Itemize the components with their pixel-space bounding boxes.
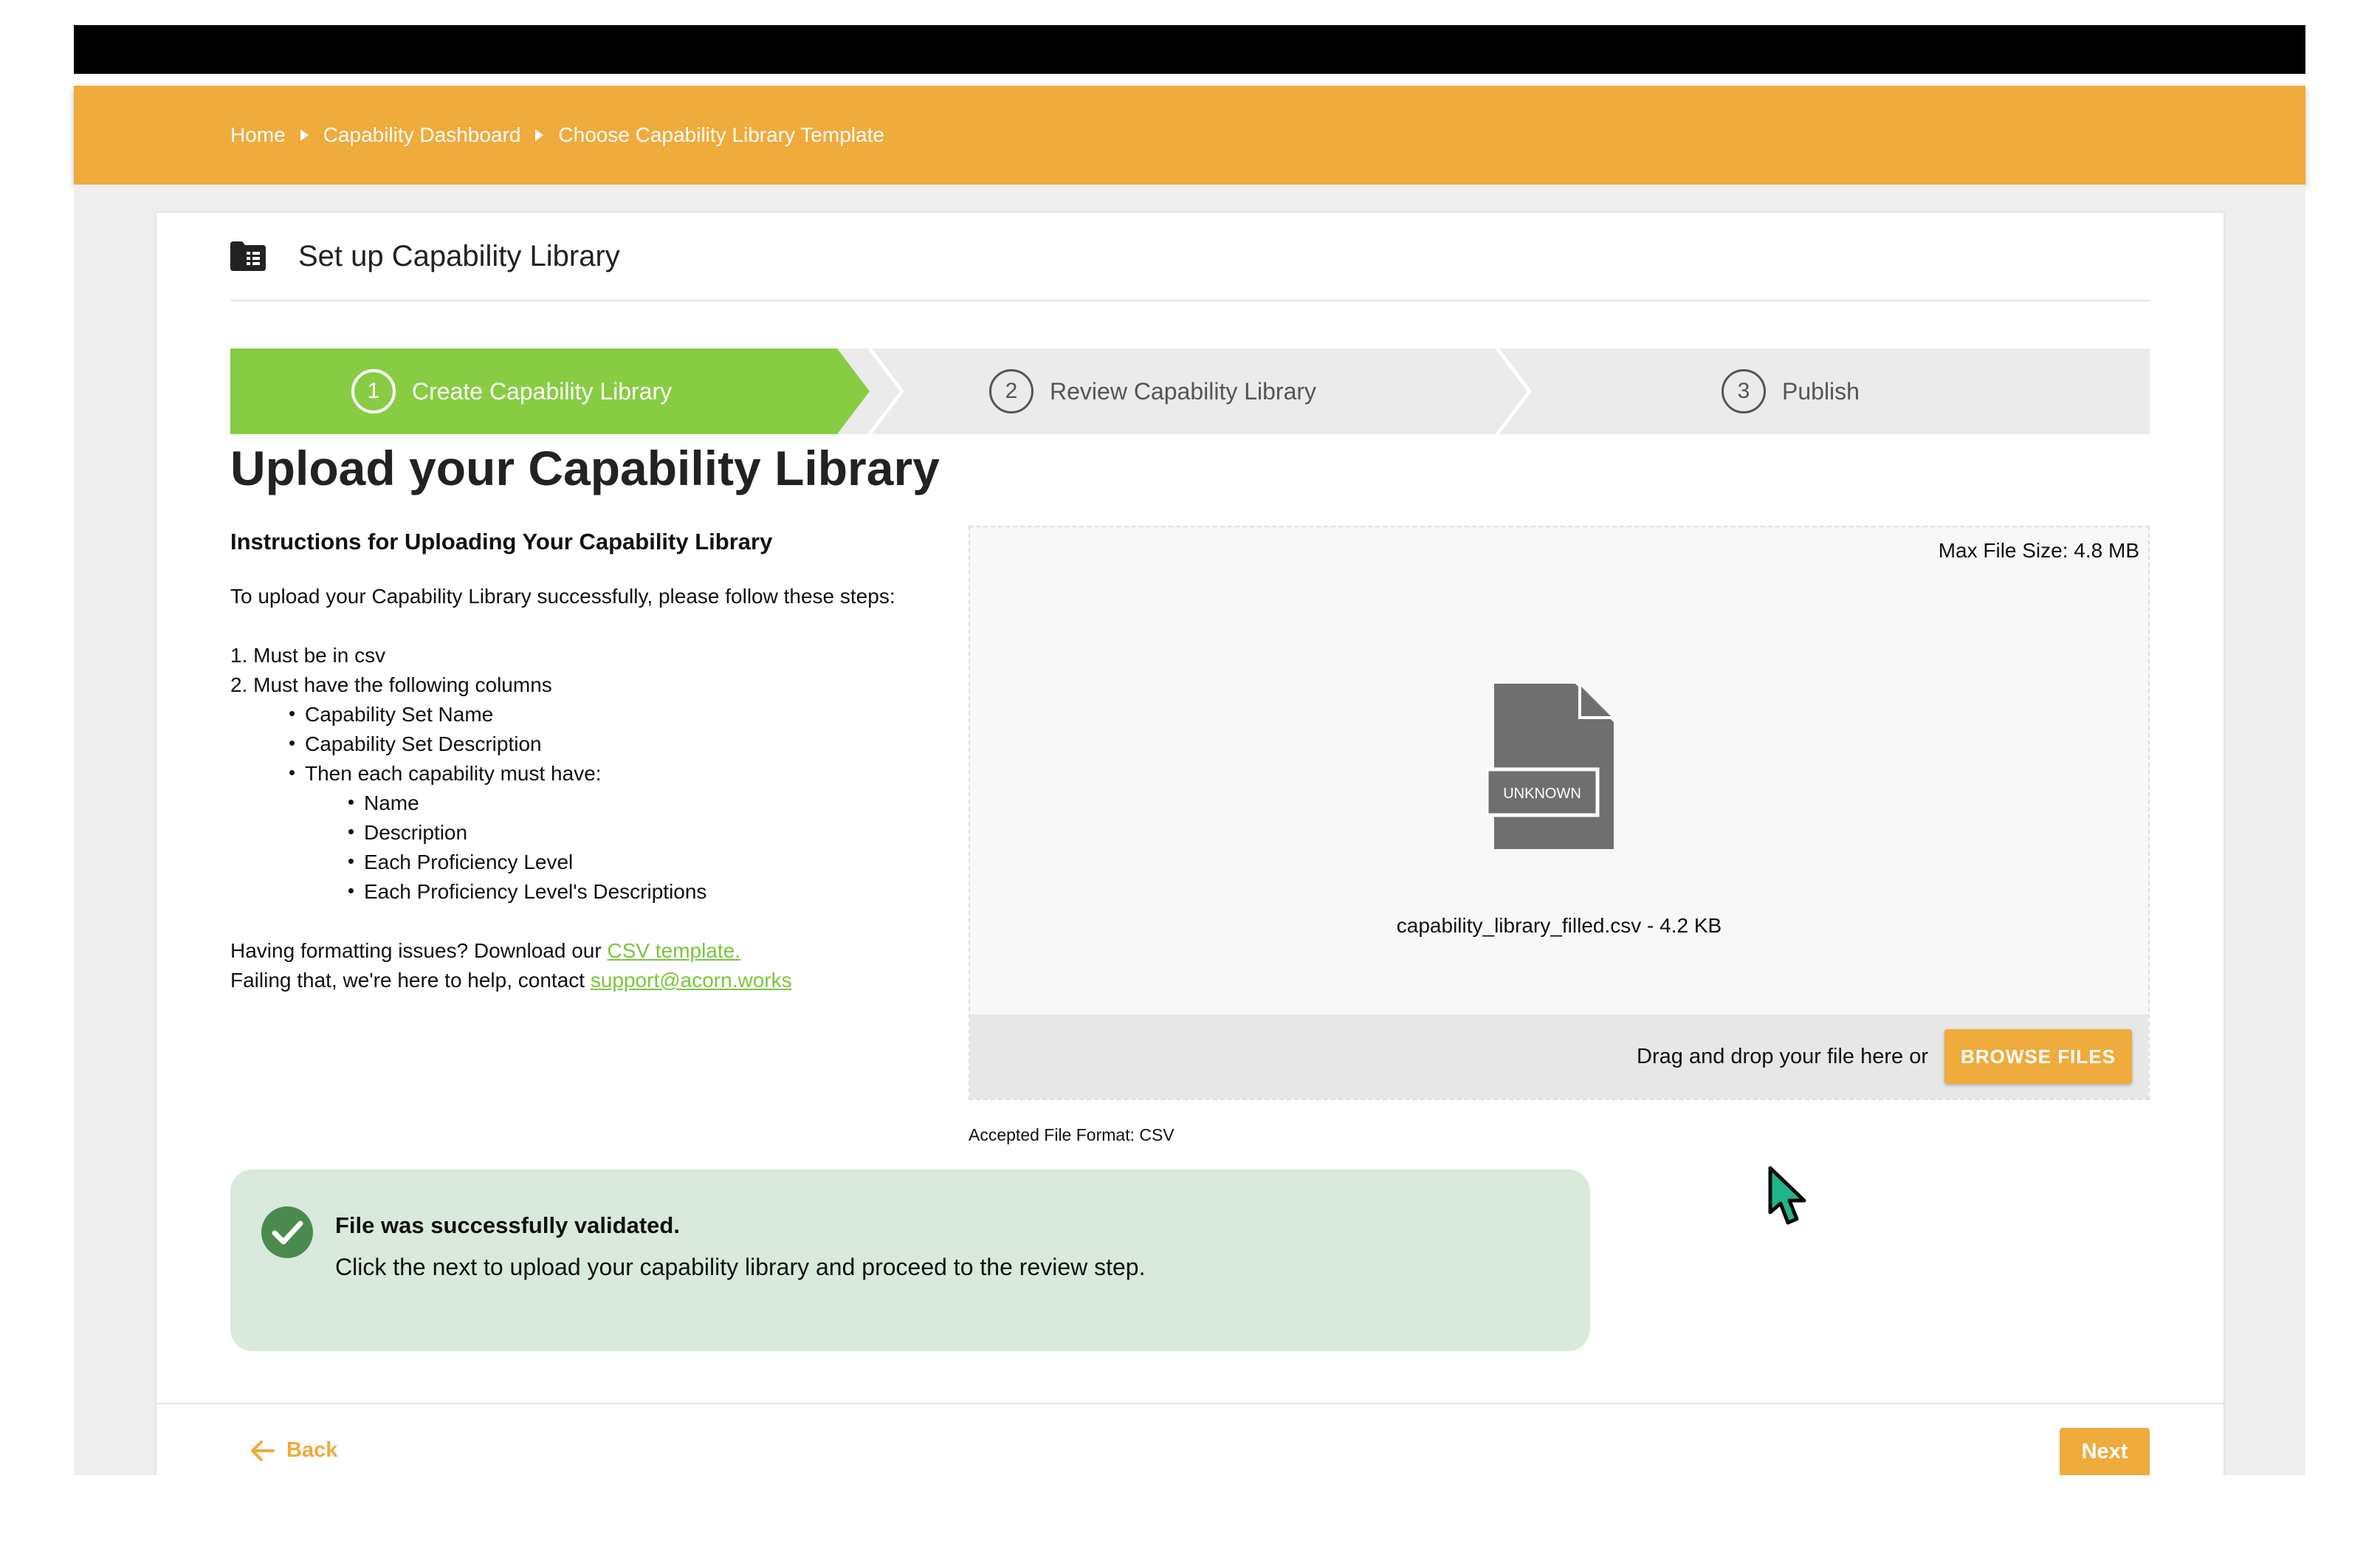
list-item: Capability Set Name [230, 700, 969, 729]
breadcrumb-arrow-icon [300, 129, 309, 141]
contact-line: Failing that, we're here to help, contac… [230, 966, 969, 995]
step-label-create: Create Capability Library [412, 377, 673, 405]
file-dropzone[interactable]: Max File Size: 4.8 MB UNKNOWN capability… [969, 526, 2150, 1100]
instructions-panel: Instructions for Uploading Your Capabili… [230, 527, 969, 995]
step-publish[interactable]: 3 Publish [1722, 348, 1860, 434]
contact-text: Failing that, we're here to help, contac… [230, 969, 591, 992]
instruction-step-2: 2. Must have the following columns [230, 673, 552, 696]
step-create[interactable]: 1 Create Capability Library [351, 348, 672, 434]
bullet-icon [348, 888, 354, 894]
breadcrumb-capability-dashboard[interactable]: Capability Dashboard [323, 123, 521, 147]
list-item: Then each capability must have: [230, 759, 969, 789]
success-title: File was successfully validated. [335, 1212, 680, 1238]
arrow-left-icon [251, 1440, 275, 1461]
list-item: Name [230, 789, 969, 818]
page-title: Set up Capability Library [298, 239, 620, 272]
bottom-margin [0, 1475, 2380, 1549]
template-text: Having formatting issues? Download our [230, 939, 608, 962]
step-number-1: 1 [351, 369, 396, 413]
upload-heading: Upload your Capability Library [230, 441, 940, 495]
list-item: Each Proficiency Level [230, 848, 969, 877]
bullet-icon [289, 741, 295, 746]
folder-grid-icon [230, 241, 266, 271]
breadcrumb: Home Capability Dashboard Choose Capabil… [230, 86, 884, 185]
bullet-icon [289, 711, 295, 717]
bullet-icon [348, 800, 354, 806]
back-label: Back [286, 1438, 338, 1462]
step-label-review: Review Capability Library [1050, 377, 1317, 405]
list-item: Capability Set Description [230, 729, 969, 759]
list-item: Description [230, 818, 969, 848]
footer-divider [157, 1403, 2223, 1404]
setup-card: Set up Capability Library 1 Create Capab… [157, 213, 2223, 1475]
uploaded-file-name: capability_library_filled.csv - 4.2 KB [1396, 914, 1722, 937]
bullet-icon [348, 829, 354, 835]
step-number-2: 2 [989, 369, 1033, 413]
bullet-icon [348, 859, 354, 865]
back-button[interactable]: Back [250, 1438, 337, 1463]
drag-drop-text: Drag and drop your file here or [1637, 1044, 1928, 1068]
breadcrumb-home[interactable]: Home [230, 123, 286, 147]
csv-template-link[interactable]: CSV template. [607, 939, 740, 962]
success-message: Click the next to upload your capability… [335, 1254, 1146, 1280]
bullet-icon [289, 770, 295, 776]
file-badge-text: UNKNOWN [1503, 786, 1581, 802]
template-line: Having formatting issues? Download our C… [230, 936, 969, 966]
browse-files-button[interactable]: BROWSE FILES [1944, 1029, 2132, 1084]
instruction-step-1: 1. Must be in csv [230, 644, 386, 667]
header-bar: Home Capability Dashboard Choose Capabil… [74, 86, 2305, 185]
breadcrumb-current[interactable]: Choose Capability Library Template [558, 123, 884, 147]
top-black-bar [74, 25, 2305, 74]
dropzone-footer: Drag and drop your file here or BROWSE F… [970, 1014, 2148, 1099]
support-email-link[interactable]: support@acorn.works [591, 969, 792, 992]
list-item: Each Proficiency Level's Descriptions [230, 877, 969, 907]
instructions-intro: To upload your Capability Library succes… [230, 585, 895, 608]
progress-stepper: 1 Create Capability Library 2 Review Cap… [230, 348, 2150, 434]
file-unknown-icon: UNKNOWN [1487, 684, 1614, 849]
success-alert: File was successfully validated. Click t… [230, 1170, 1590, 1351]
mouse-cursor-icon [1768, 1166, 1806, 1225]
accepted-format: Accepted File Format: CSV [969, 1125, 1174, 1144]
next-button[interactable]: Next [2060, 1428, 2150, 1475]
step-label-publish: Publish [1782, 377, 1860, 405]
step-number-3: 3 [1722, 369, 1766, 413]
breadcrumb-arrow-icon [535, 129, 544, 141]
card-header: Set up Capability Library [230, 213, 2150, 301]
step-review[interactable]: 2 Review Capability Library [989, 348, 1316, 434]
instructions-heading: Instructions for Uploading Your Capabili… [230, 529, 773, 554]
max-file-size: Max File Size: 4.8 MB [1938, 539, 2139, 562]
check-circle-icon [261, 1206, 313, 1258]
